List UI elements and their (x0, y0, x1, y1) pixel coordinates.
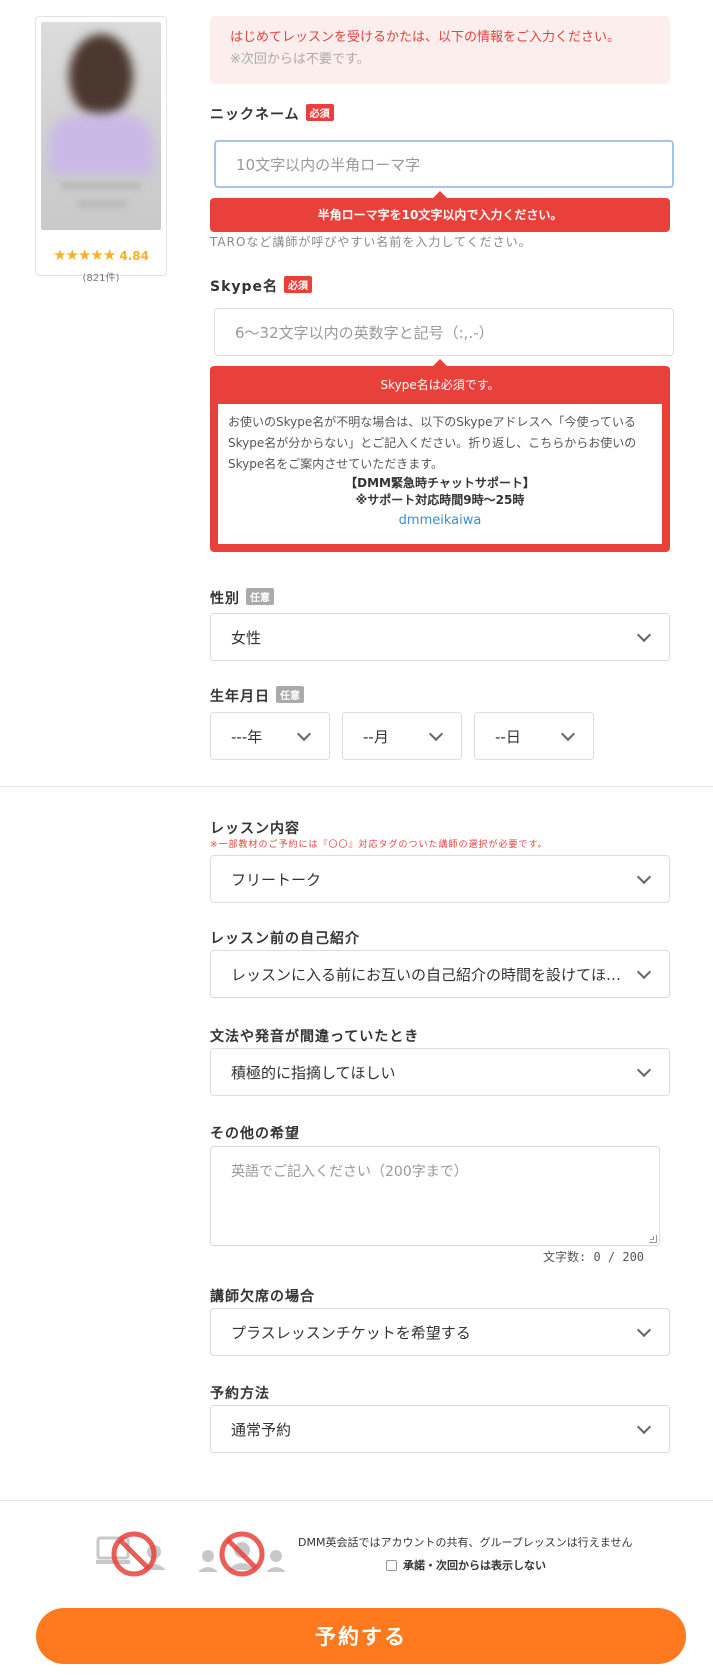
no-account-sharing-icon (96, 1531, 166, 1577)
booking-method-value: 通常予約 (231, 1420, 292, 1439)
other-requests-placeholder: 英語でご記入ください（200字まで） (231, 1164, 468, 1180)
gender-select[interactable]: 女性 (210, 613, 670, 661)
chevron-down-icon (428, 726, 444, 741)
birthday-label-text: 生年月日 (210, 689, 270, 705)
nickname-label: ニックネーム 必須 (210, 104, 334, 124)
submit-reservation-button[interactable]: 予約する (36, 1608, 686, 1664)
teacher-absence-label: 講師欠席の場合 (210, 1289, 315, 1305)
nickname-error-text: 半角ローマ字を10文字以内で入力ください。 (317, 208, 563, 222)
char-count: 文字数: 0 / 200 (543, 1250, 645, 1264)
correction-label: 文法や発音が間違っていたとき (210, 1029, 420, 1045)
birth-day-value: --日 (495, 727, 521, 746)
nickname-placeholder: 10文字以内の半角ローマ字 (236, 155, 421, 174)
teacher-absence-select[interactable]: プラスレッスンチケットを希望する (210, 1308, 670, 1356)
support-hours: ※サポート対応時間9時～25時 (355, 493, 525, 507)
required-badge: 必須 (305, 104, 334, 121)
gender-label: 性別 任意 (210, 588, 274, 608)
nickname-error-tooltip: 半角ローマ字を10文字以内で入力ください。 (210, 191, 670, 232)
gender-label-text: 性別 (210, 591, 240, 607)
skype-help-panel: お使いのSkype名が不明な場合は、以下のSkypeアドレスへ「今使っているSk… (218, 404, 662, 544)
chevron-down-icon (636, 1419, 652, 1434)
policy-text: DMM英会話ではアカウントの共有、グループレッスンは行えません (298, 1536, 633, 1549)
section-divider (0, 1500, 713, 1501)
chevron-down-icon (636, 869, 652, 884)
chevron-down-icon (636, 627, 652, 642)
teacher-absence-value: プラスレッスンチケットを希望する (231, 1323, 471, 1342)
birth-month-select[interactable]: --月 (342, 712, 462, 760)
skype-label-text: Skype名 (210, 279, 279, 295)
no-group-lesson-icon (198, 1531, 286, 1577)
booking-method-select[interactable]: 通常予約 (210, 1405, 670, 1453)
support-skype-link[interactable]: dmmeikaiwa (228, 513, 652, 528)
lesson-content-label: レッスン内容 (210, 821, 300, 837)
skype-input[interactable]: 6～32文字以内の英数字と記号（:,.-） (214, 308, 674, 356)
nickname-hint: TAROなど講師が呼びやすい名前を入力してください。 (210, 235, 532, 249)
lesson-content-note: ※一部教材のご予約には『〇〇』対応タグのついた講師の選択が必要です。 (210, 840, 548, 850)
correction-value: 積極的に指摘してほしい (231, 1063, 396, 1082)
notice-line-2: ※次回からは不要です。 (230, 52, 370, 67)
skype-error-title: Skype名は必須です。 (380, 378, 500, 392)
teacher-card: ★★★★★ 4.84 (821件) (35, 16, 167, 284)
chevron-down-icon (636, 1322, 652, 1337)
review-count: (821件) (82, 273, 120, 284)
nickname-input[interactable]: 10文字以内の半角ローマ字 (214, 140, 674, 188)
other-requests-textarea[interactable]: 英語でご記入ください（200字まで） (210, 1146, 660, 1246)
agree-checkbox-row[interactable]: 承諾・次回からは表示しない (386, 1554, 546, 1573)
other-requests-label: その他の希望 (210, 1126, 300, 1142)
birth-year-value: ---年 (231, 727, 263, 746)
section-divider (0, 786, 713, 787)
notice-line-1: はじめてレッスンを受けるかたは、以下の情報をご入力ください。 (230, 30, 621, 45)
nickname-label-text: ニックネーム (210, 107, 300, 123)
skype-placeholder: 6～32文字以内の英数字と記号（:,.-） (235, 323, 494, 342)
skype-error-box: Skype名は必須です。 お使いのSkype名が不明な場合は、以下のSkypeア… (210, 359, 670, 552)
gender-value: 女性 (231, 628, 262, 647)
required-badge: 必須 (284, 276, 313, 293)
correction-select[interactable]: 積極的に指摘してほしい (210, 1048, 670, 1096)
agree-checkbox[interactable] (386, 1560, 397, 1571)
chevron-down-icon (560, 726, 576, 741)
skype-label: Skype名 必須 (210, 276, 313, 296)
lesson-content-select[interactable]: フリートーク (210, 855, 670, 903)
teacher-photo (41, 22, 161, 230)
rating-stars: ★★★★★ 4.84 (36, 246, 166, 264)
chevron-down-icon (296, 726, 312, 741)
birth-day-select[interactable]: --日 (474, 712, 594, 760)
resize-handle-icon[interactable] (649, 1235, 657, 1243)
birthday-label: 生年月日 任意 (210, 686, 304, 706)
booking-method-label: 予約方法 (210, 1386, 270, 1402)
chevron-down-icon (636, 964, 652, 979)
self-intro-value: レッスンに入る前にお互いの自己紹介の時間を設けてほしい (231, 965, 629, 984)
lesson-content-value: フリートーク (231, 870, 322, 889)
rating-score: 4.84 (119, 249, 149, 263)
first-time-notice: はじめてレッスンを受けるかたは、以下の情報をご入力ください。 ※次回からは不要で… (210, 16, 670, 84)
submit-button-label: 予約する (315, 1625, 407, 1649)
chevron-down-icon (636, 1062, 652, 1077)
self-intro-select[interactable]: レッスンに入る前にお互いの自己紹介の時間を設けてほしい (210, 950, 670, 998)
optional-badge: 任意 (246, 588, 274, 605)
birth-year-select[interactable]: ---年 (210, 712, 330, 760)
optional-badge: 任意 (276, 686, 304, 703)
star-icons: ★★★★★ (53, 246, 116, 264)
support-title: 【DMM緊急時チャットサポート】 (345, 476, 535, 490)
self-intro-label: レッスン前の自己紹介 (210, 931, 360, 947)
agree-checkbox-label[interactable]: 承諾・次回からは表示しない (403, 1559, 546, 1572)
birth-month-value: --月 (363, 727, 389, 746)
skype-help-text: お使いのSkype名が不明な場合は、以下のSkypeアドレスへ「今使っているSk… (228, 415, 637, 471)
